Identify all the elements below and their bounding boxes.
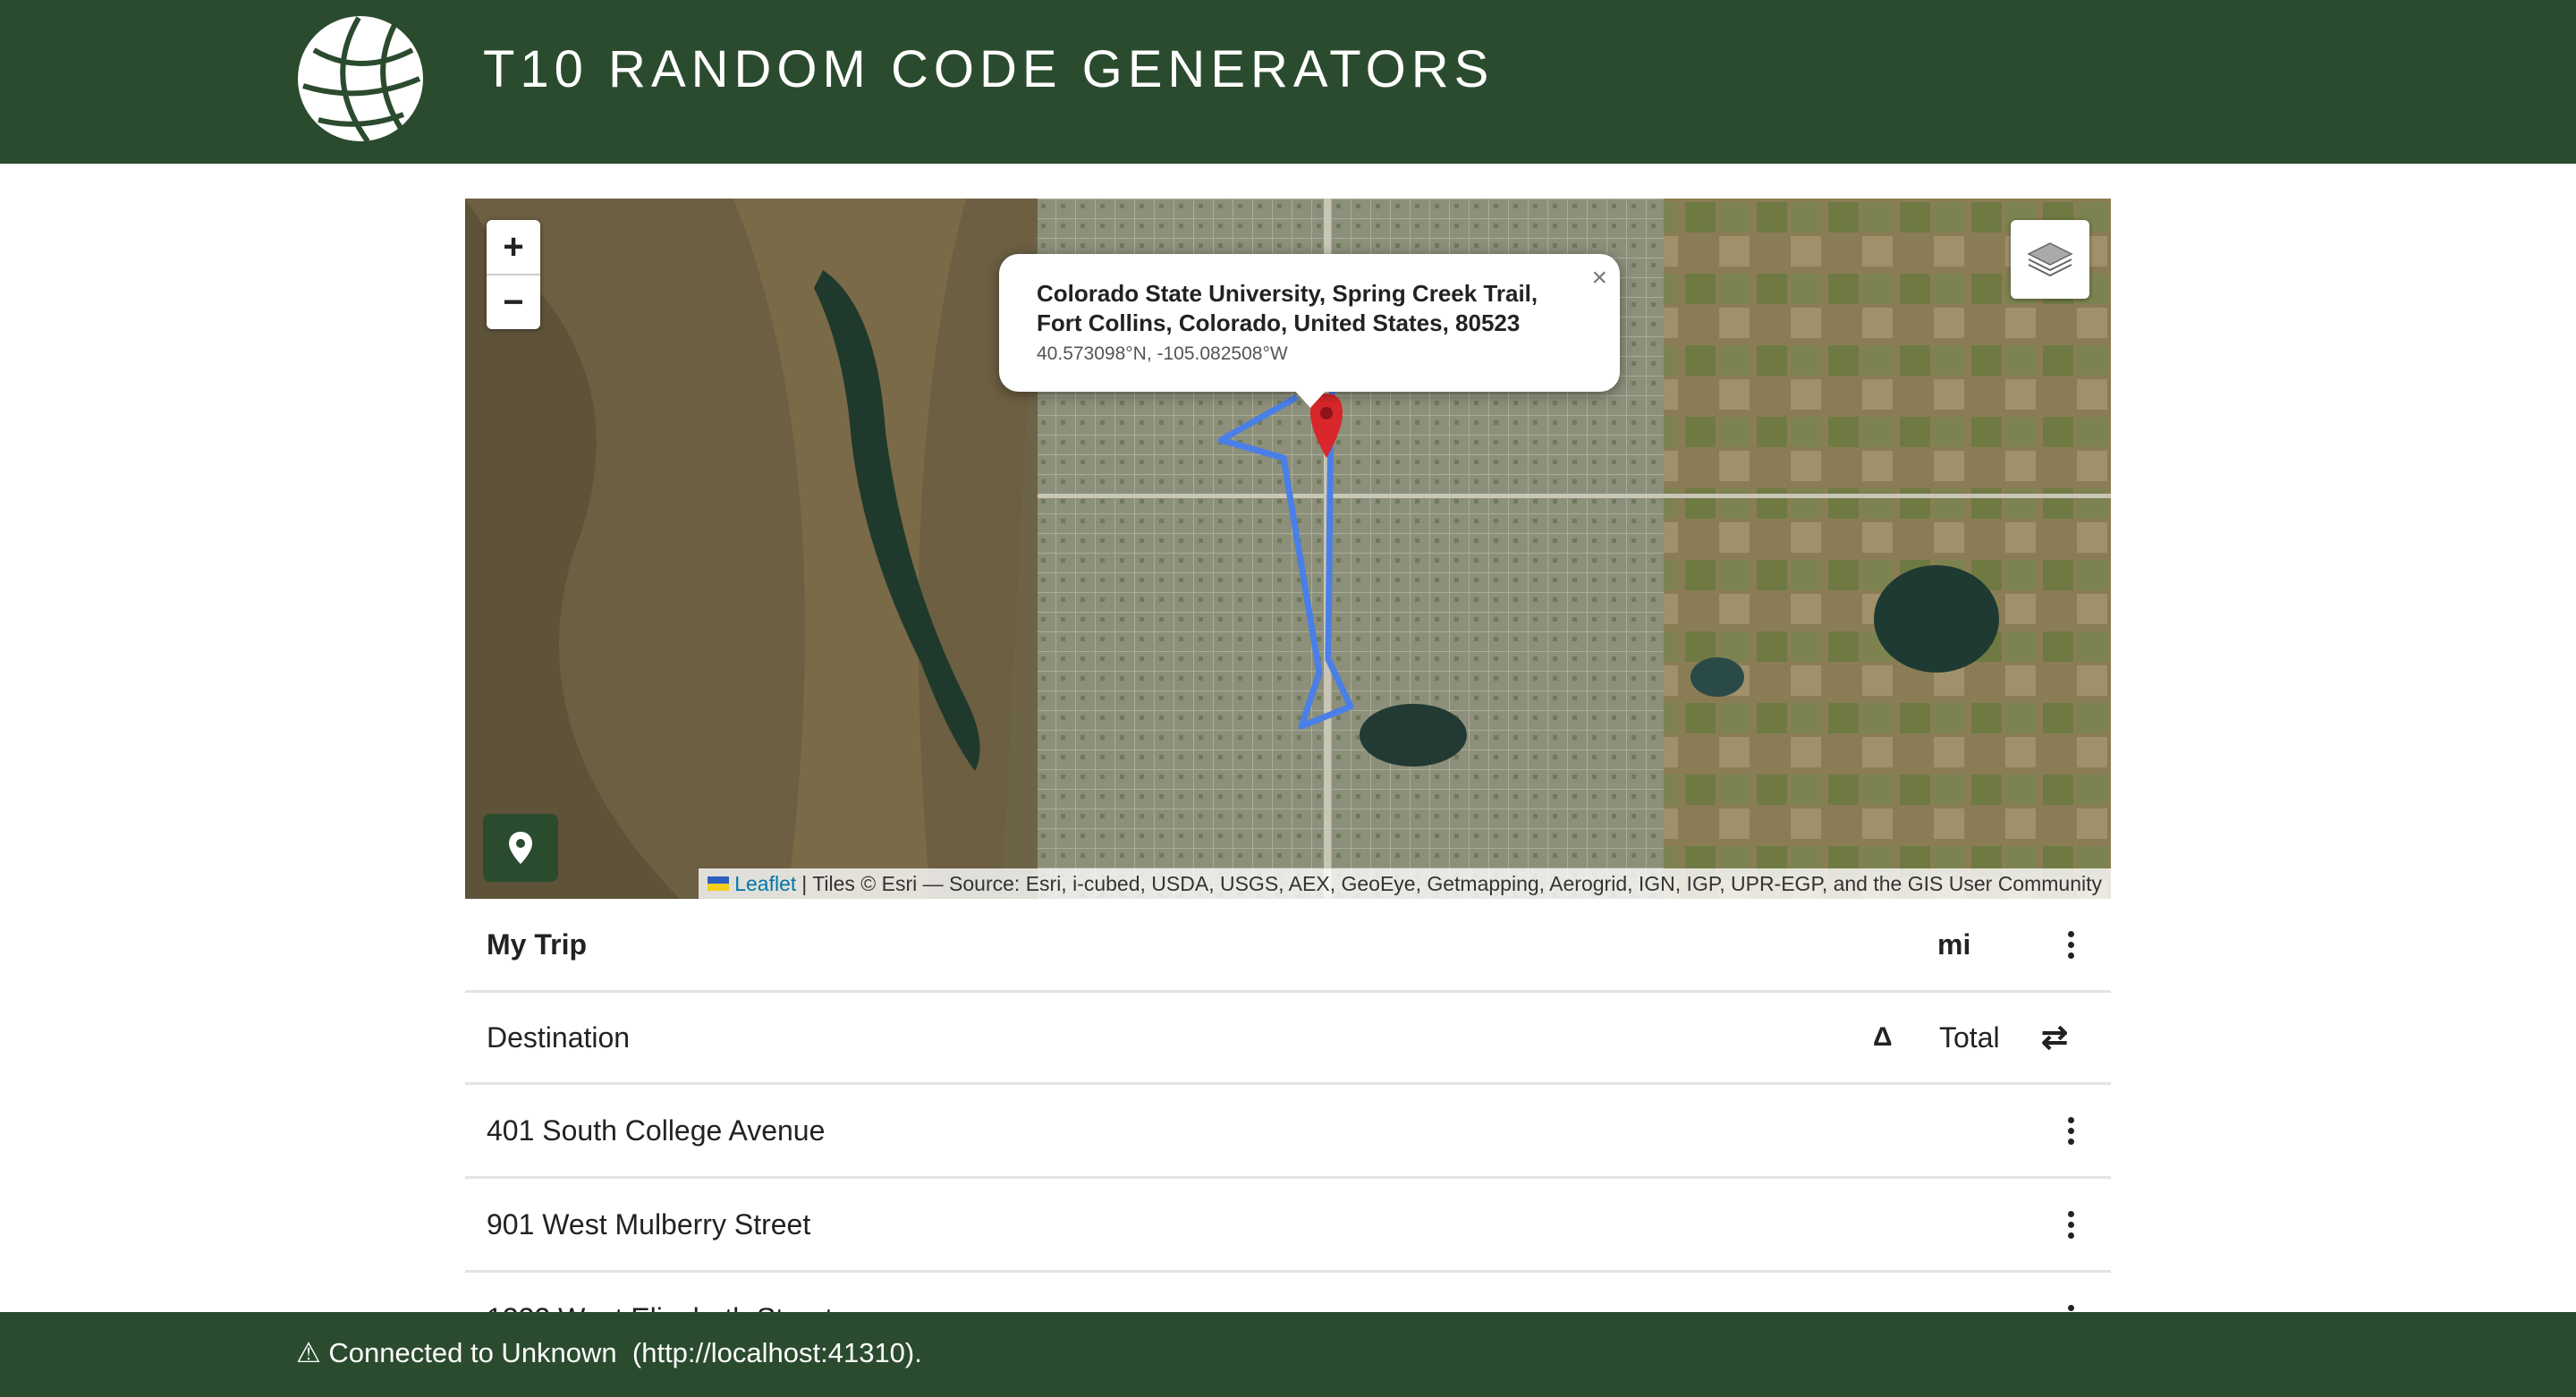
zoom-in-button[interactable]: + [487,220,540,275]
destination-menu-icon[interactable] [2066,1116,2075,1145]
trip-header: My Trip mi [465,899,2111,993]
swap-icon[interactable]: ⇄ [2041,1019,2068,1056]
ukraine-flag-icon [708,876,730,891]
app-header: T10 RANDOM CODE GENERATORS [0,0,2576,164]
destination-header: Destination Δ Total ⇄ [465,993,2111,1085]
trip-title[interactable]: My Trip [487,928,587,961]
destination-column-label: Destination [487,1020,631,1054]
app-title: T10 RANDOM CODE GENERATORS [483,40,1495,98]
attribution-text: | Tiles © Esri — Source: Esri, i-cubed, … [801,871,2102,895]
map-pin-icon [509,832,532,864]
popup-tip [1292,388,1328,408]
delta-column-label: Δ [1873,1022,1893,1052]
trip-menu-icon[interactable] [2066,930,2075,959]
popup-coordinates: 40.573098°N, -105.082508°W [1037,343,1288,364]
units-toggle[interactable]: mi [1937,928,1970,961]
zoom-out-button[interactable]: − [487,275,540,329]
location-popup: Colorado State University, Spring Creek … [999,254,1620,392]
layers-icon [2027,242,2073,277]
destination-menu-icon[interactable] [2066,1210,2075,1239]
globe-icon[interactable] [296,14,425,143]
map-attribution: Leaflet | Tiles © Esri — Source: Esri, i… [699,868,2111,899]
popup-close-button[interactable]: × [1591,263,1607,293]
layers-button[interactable] [2011,220,2089,299]
destination-name: 401 South College Avenue [487,1113,826,1147]
connection-status: ⚠ Connected to Unknown (http://localhost… [296,1337,922,1368]
total-column-label: Total [1939,1020,2000,1054]
status-footer: ⚠ Connected to Unknown (http://localhost… [0,1312,2576,1397]
leaflet-link[interactable]: Leaflet [734,872,796,896]
map[interactable]: + − Colorado State University, Spring Cr… [465,199,2111,899]
trip-panel: My Trip mi Destination Δ Total ⇄ 401 Sou… [465,899,2111,1367]
locate-button[interactable] [483,814,558,882]
zoom-control: + − [487,220,540,329]
destination-row[interactable]: 901 West Mulberry Street [465,1179,2111,1273]
destination-row[interactable]: 401 South College Avenue [465,1085,2111,1179]
popup-title: Colorado State University, Spring Creek … [1037,280,1538,336]
destination-name: 901 West Mulberry Street [487,1207,811,1240]
